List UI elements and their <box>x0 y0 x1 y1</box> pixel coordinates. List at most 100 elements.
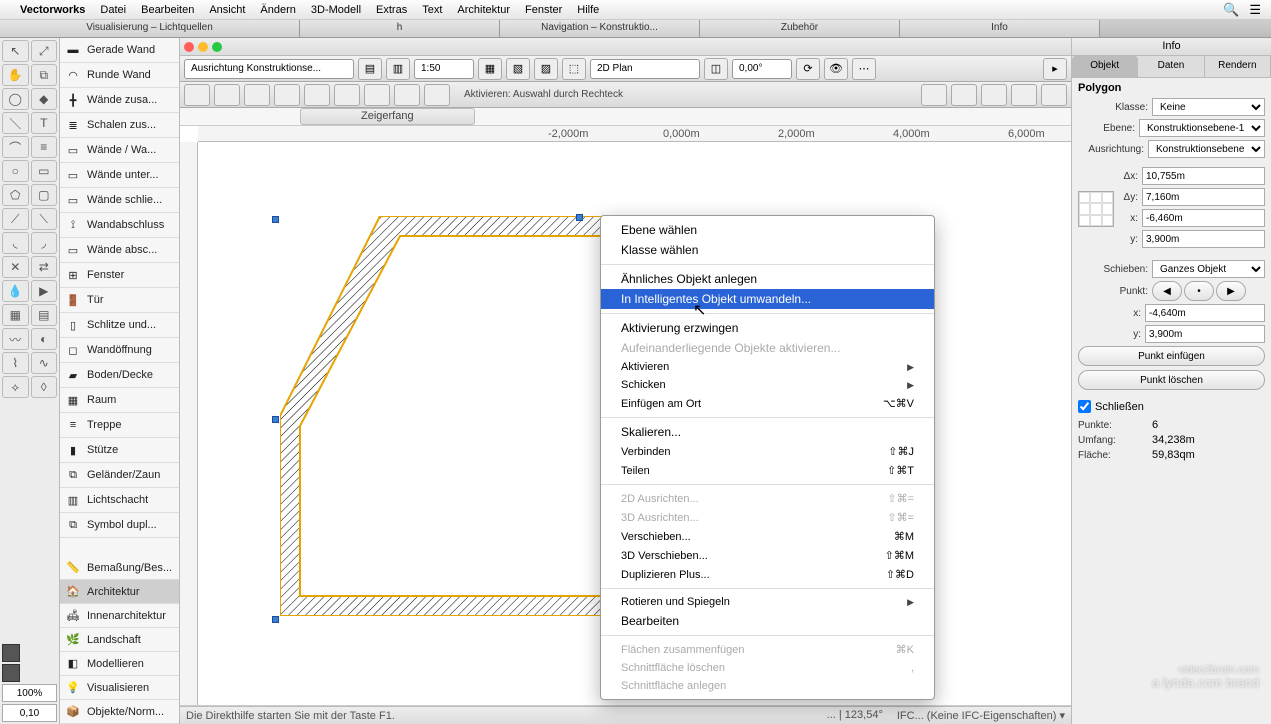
tb-layers[interactable]: ▤ <box>358 58 382 80</box>
tb-h[interactable]: ⋯ <box>852 58 876 80</box>
tool-misc1[interactable]: ⟋ <box>2 208 29 230</box>
punkt-prev[interactable]: ◀ <box>1152 281 1182 301</box>
fill-swatch[interactable] <box>2 644 20 662</box>
minimize-icon[interactable] <box>198 42 208 52</box>
klasse-select[interactable]: Keine <box>1152 98 1265 116</box>
tool-walk[interactable]: ◆ <box>31 88 58 110</box>
tool-brush[interactable]: 〰 <box>2 328 29 350</box>
tool-poly[interactable]: ⬠ <box>2 184 29 206</box>
scale-select[interactable]: 1:50 <box>414 59 474 79</box>
ctx-aehnliches-objekt[interactable]: Ähnliches Objekt anlegen <box>601 269 934 289</box>
pal-fenster[interactable]: ⊞Fenster <box>60 263 179 288</box>
mode-7[interactable] <box>364 84 390 106</box>
tool-eyedrop[interactable]: 💧 <box>2 280 29 302</box>
btn-punkt-loeschen[interactable]: Punkt löschen <box>1078 370 1265 390</box>
snap-label[interactable]: Zeigerfang <box>300 108 475 125</box>
tool-double[interactable]: ≡ <box>31 136 58 158</box>
view-select[interactable]: 2D Plan <box>590 59 700 79</box>
pen-swatch[interactable] <box>2 664 20 682</box>
tb-f[interactable]: ⟳ <box>796 58 820 80</box>
mode-r4[interactable] <box>1011 84 1037 106</box>
menu-fenster[interactable]: Fenster <box>525 4 562 16</box>
paltab-visualisieren[interactable]: 💡Visualisieren <box>60 676 179 700</box>
tool-misc7[interactable]: ◊ <box>31 376 58 398</box>
mode-r5[interactable] <box>1041 84 1067 106</box>
anchor-grid[interactable] <box>1078 191 1114 227</box>
tool-chamfer[interactable]: ◞ <box>31 232 58 254</box>
app-name[interactable]: Vectorworks <box>20 4 85 16</box>
pal-raum[interactable]: ▦Raum <box>60 388 179 413</box>
paltab-modellieren[interactable]: ◧Modellieren <box>60 652 179 676</box>
layer-select[interactable]: Ausrichtung Konstruktionse... <box>184 59 354 79</box>
tab-navigation[interactable]: Navigation – Konstruktio... <box>500 20 700 37</box>
tool-paint[interactable]: ▶ <box>31 280 58 302</box>
info-tab-daten[interactable]: Daten <box>1138 56 1204 77</box>
tb-expand[interactable]: ▸ <box>1043 58 1067 80</box>
paltab-innen[interactable]: 🛋Innenarchitektur <box>60 604 179 628</box>
tool-trim[interactable]: ✕ <box>2 256 29 278</box>
zoom-step-input[interactable] <box>2 704 57 722</box>
tb-c[interactable]: ▨ <box>534 58 558 80</box>
ctx-einfuegen-am-ort[interactable]: Einfügen am Ort⌥⌘V <box>601 394 934 413</box>
pal-waende-absc[interactable]: ▭Wände absc... <box>60 238 179 263</box>
pal-waende-wa[interactable]: ▭Wände / Wa... <box>60 138 179 163</box>
tab-zubehoer[interactable]: Zubehör <box>700 20 900 37</box>
ctx-verbinden[interactable]: Verbinden⇧⌘J <box>601 442 934 461</box>
tool-misc6[interactable]: ⟡ <box>2 376 29 398</box>
mode-6[interactable] <box>334 84 360 106</box>
pal-tuer[interactable]: 🚪Tür <box>60 288 179 313</box>
tb-g[interactable]: 👁 <box>824 58 848 80</box>
info-tab-objekt[interactable]: Objekt <box>1072 56 1138 77</box>
ctx-intelligentes-objekt[interactable]: In Intelligentes Objekt umwandeln... <box>601 289 934 309</box>
tool-grid[interactable]: ▦ <box>2 304 29 326</box>
tool-misc2[interactable]: ⟍ <box>31 208 58 230</box>
mode-4[interactable] <box>274 84 300 106</box>
mode-9[interactable] <box>424 84 450 106</box>
tab-h[interactable]: h <box>300 20 500 37</box>
ctx-aktivierung-erzwingen[interactable]: Aktivierung erzwingen <box>601 318 934 338</box>
mode-3[interactable] <box>244 84 270 106</box>
tb-classes[interactable]: ▥ <box>386 58 410 80</box>
tool-fillet[interactable]: ◟ <box>2 232 29 254</box>
tb-b[interactable]: ▧ <box>506 58 530 80</box>
tool-misc3[interactable]: ◐ <box>31 328 58 350</box>
spotlight-icon[interactable]: 🔍 <box>1223 2 1239 18</box>
dy-input[interactable] <box>1142 188 1265 206</box>
zoom-icon[interactable] <box>212 42 222 52</box>
pal-runde-wand[interactable]: ◠Runde Wand <box>60 63 179 88</box>
pal-waende-unter[interactable]: ▭Wände unter... <box>60 163 179 188</box>
pal-treppe[interactable]: ≡Treppe <box>60 413 179 438</box>
ctx-klasse-waehlen[interactable]: Klasse wählen <box>601 240 934 260</box>
menu-extras[interactable]: Extras <box>376 4 407 16</box>
mode-r2[interactable] <box>951 84 977 106</box>
pal-waende-schlie[interactable]: ▭Wände schlie... <box>60 188 179 213</box>
paltab-objekte[interactable]: 📦Objekte/Norm... <box>60 700 179 724</box>
dx-input[interactable] <box>1142 167 1265 185</box>
pal-stuetze[interactable]: ▮Stütze <box>60 438 179 463</box>
paltab-landschaft[interactable]: 🌿Landschaft <box>60 628 179 652</box>
tool-rrect[interactable]: ▢ <box>31 184 58 206</box>
pal-gerade-wand[interactable]: ▬Gerade Wand <box>60 38 179 63</box>
y2-input[interactable] <box>1145 325 1265 343</box>
y-input[interactable] <box>1142 230 1265 248</box>
btn-punkt-einfuegen[interactable]: Punkt einfügen <box>1078 346 1265 366</box>
handle-ml[interactable] <box>272 416 279 423</box>
ctx-verschieben[interactable]: Verschieben...⌘M <box>601 527 934 546</box>
window-titlebar[interactable] <box>180 38 1071 56</box>
pal-schalen-zus[interactable]: ≣Schalen zus... <box>60 113 179 138</box>
x-input[interactable] <box>1142 209 1265 227</box>
tool-arc[interactable]: ⌒ <box>2 136 29 158</box>
info-tab-rendern[interactable]: Rendern <box>1205 56 1271 77</box>
tb-d[interactable]: ⬚ <box>562 58 586 80</box>
ctx-ebene-waehlen[interactable]: Ebene wählen <box>601 220 934 240</box>
mode-5[interactable] <box>304 84 330 106</box>
mode-1[interactable] <box>184 84 210 106</box>
paltab-bemassung[interactable]: 📏Bemaßung/Bes... <box>60 556 179 580</box>
ctx-teilen[interactable]: Teilen⇧⌘T <box>601 461 934 480</box>
menu-text[interactable]: Text <box>422 4 442 16</box>
handle-bl[interactable] <box>272 616 279 623</box>
schieben-select[interactable]: Ganzes Objekt <box>1152 260 1265 278</box>
pal-bodendecke[interactable]: ▰Boden/Decke <box>60 363 179 388</box>
tool-move[interactable]: ▤ <box>31 304 58 326</box>
handle-tm[interactable] <box>576 214 583 221</box>
